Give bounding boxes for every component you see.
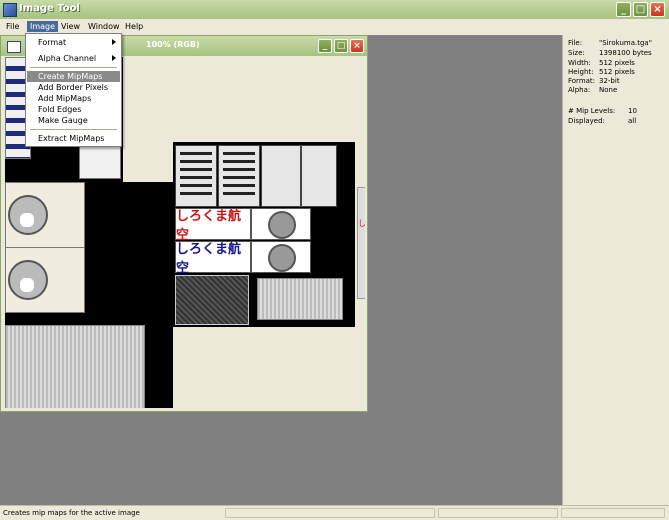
texture-side-strip: し	[357, 187, 365, 299]
height-value: 512 pixels	[599, 68, 635, 76]
menu-item-alpha-channel[interactable]: Alpha Channel	[27, 53, 120, 64]
menu-item-make-gauge[interactable]: Make Gauge	[27, 115, 120, 126]
menu-item-format[interactable]: Format	[27, 37, 120, 48]
format-value: 32-bit	[599, 77, 620, 85]
image-maximize-button[interactable]: □	[334, 39, 348, 53]
bear-face-icon	[8, 195, 48, 235]
bear-face-small-icon	[268, 244, 296, 272]
status-text: Creates mip maps for the active image	[3, 509, 140, 517]
width-label: Width:	[568, 59, 591, 67]
app-titlebar: Image Tool _ □ ×	[0, 0, 669, 20]
logo-tile-blue: しろくま航空	[175, 241, 251, 276]
info-panel: File: "Sirokuma.tga" Size: 1398100 bytes W…	[562, 35, 669, 505]
logo-tile-red: しろくま航空	[175, 208, 251, 243]
app-title: Image Tool	[19, 3, 80, 14]
building-tile-2	[218, 145, 260, 207]
image-window-controls: _ □ ×	[318, 39, 364, 53]
image-minimize-button[interactable]: _	[318, 39, 332, 53]
building-tile-3	[261, 145, 301, 207]
statusbar: Creates mip maps for the active image	[0, 505, 669, 520]
menu-item-create-mipmaps[interactable]: Create MipMaps	[27, 71, 120, 82]
bear-face-icon	[8, 260, 48, 300]
bear-tile-2	[5, 247, 85, 313]
menu-image[interactable]: Image	[27, 21, 59, 32]
menu-view[interactable]: View	[58, 21, 83, 32]
submenu-arrow-icon	[112, 39, 116, 45]
mip-levels-label: # Mip Levels:	[568, 107, 616, 115]
menu-separator	[30, 129, 117, 130]
bear-small-tile-1	[251, 208, 311, 240]
displayed-value: all	[628, 117, 637, 125]
close-button[interactable]: ×	[650, 2, 665, 17]
size-value: 1398100 bytes	[599, 49, 652, 57]
texture-vent-grid	[5, 325, 145, 408]
image-close-button[interactable]: ×	[350, 39, 364, 53]
menu-window[interactable]: Window	[85, 21, 123, 32]
menu-item-add-border-pixels[interactable]: Add Border Pixels	[27, 82, 120, 93]
menu-item-add-mipmaps[interactable]: Add MipMaps	[27, 93, 120, 104]
texture-panel	[257, 278, 343, 320]
format-label: Format:	[568, 77, 596, 85]
bear-face-small-icon	[268, 211, 296, 239]
texture-white-block	[123, 57, 173, 182]
building-tile-4	[301, 145, 337, 207]
status-pane	[225, 508, 435, 518]
mip-levels-value: 10	[628, 107, 637, 115]
displayed-label: Displayed:	[568, 117, 605, 125]
alpha-value: None	[599, 86, 618, 94]
height-label: Height:	[568, 68, 594, 76]
file-label: File:	[568, 39, 583, 47]
image-menu-dropdown: Format Alpha Channel Create MipMaps Add …	[25, 33, 122, 147]
bear-tile-1	[5, 182, 85, 248]
menu-file[interactable]: File	[3, 21, 22, 32]
side-text: し	[358, 219, 365, 228]
app-icon	[3, 3, 17, 17]
size-label: Size:	[568, 49, 585, 57]
texture-asphalt	[175, 275, 249, 325]
bear-small-tile-2	[251, 241, 311, 273]
status-pane	[561, 508, 665, 518]
image-window-title: 100% (RGB)	[146, 40, 200, 49]
building-tile-1	[175, 145, 217, 207]
width-value: 512 pixels	[599, 59, 635, 67]
file-value: "Sirokuma.tga"	[599, 39, 652, 47]
logo-text-blue: しろくま航空	[176, 242, 242, 276]
menu-help[interactable]: Help	[122, 21, 146, 32]
image-window-icon	[7, 41, 21, 53]
alpha-label: Alpha:	[568, 86, 591, 94]
menu-separator	[30, 67, 117, 68]
minimize-button[interactable]: _	[616, 2, 631, 17]
maximize-button[interactable]: □	[633, 2, 648, 17]
submenu-arrow-icon	[112, 55, 116, 61]
status-pane	[438, 508, 558, 518]
window-controls: _ □ ×	[616, 2, 665, 17]
atlas-block: しろくま航空 しろくま航空	[173, 142, 355, 327]
menu-item-fold-edges[interactable]: Fold Edges	[27, 104, 120, 115]
menu-item-extract-mipmaps[interactable]: Extract MipMaps	[27, 133, 120, 144]
